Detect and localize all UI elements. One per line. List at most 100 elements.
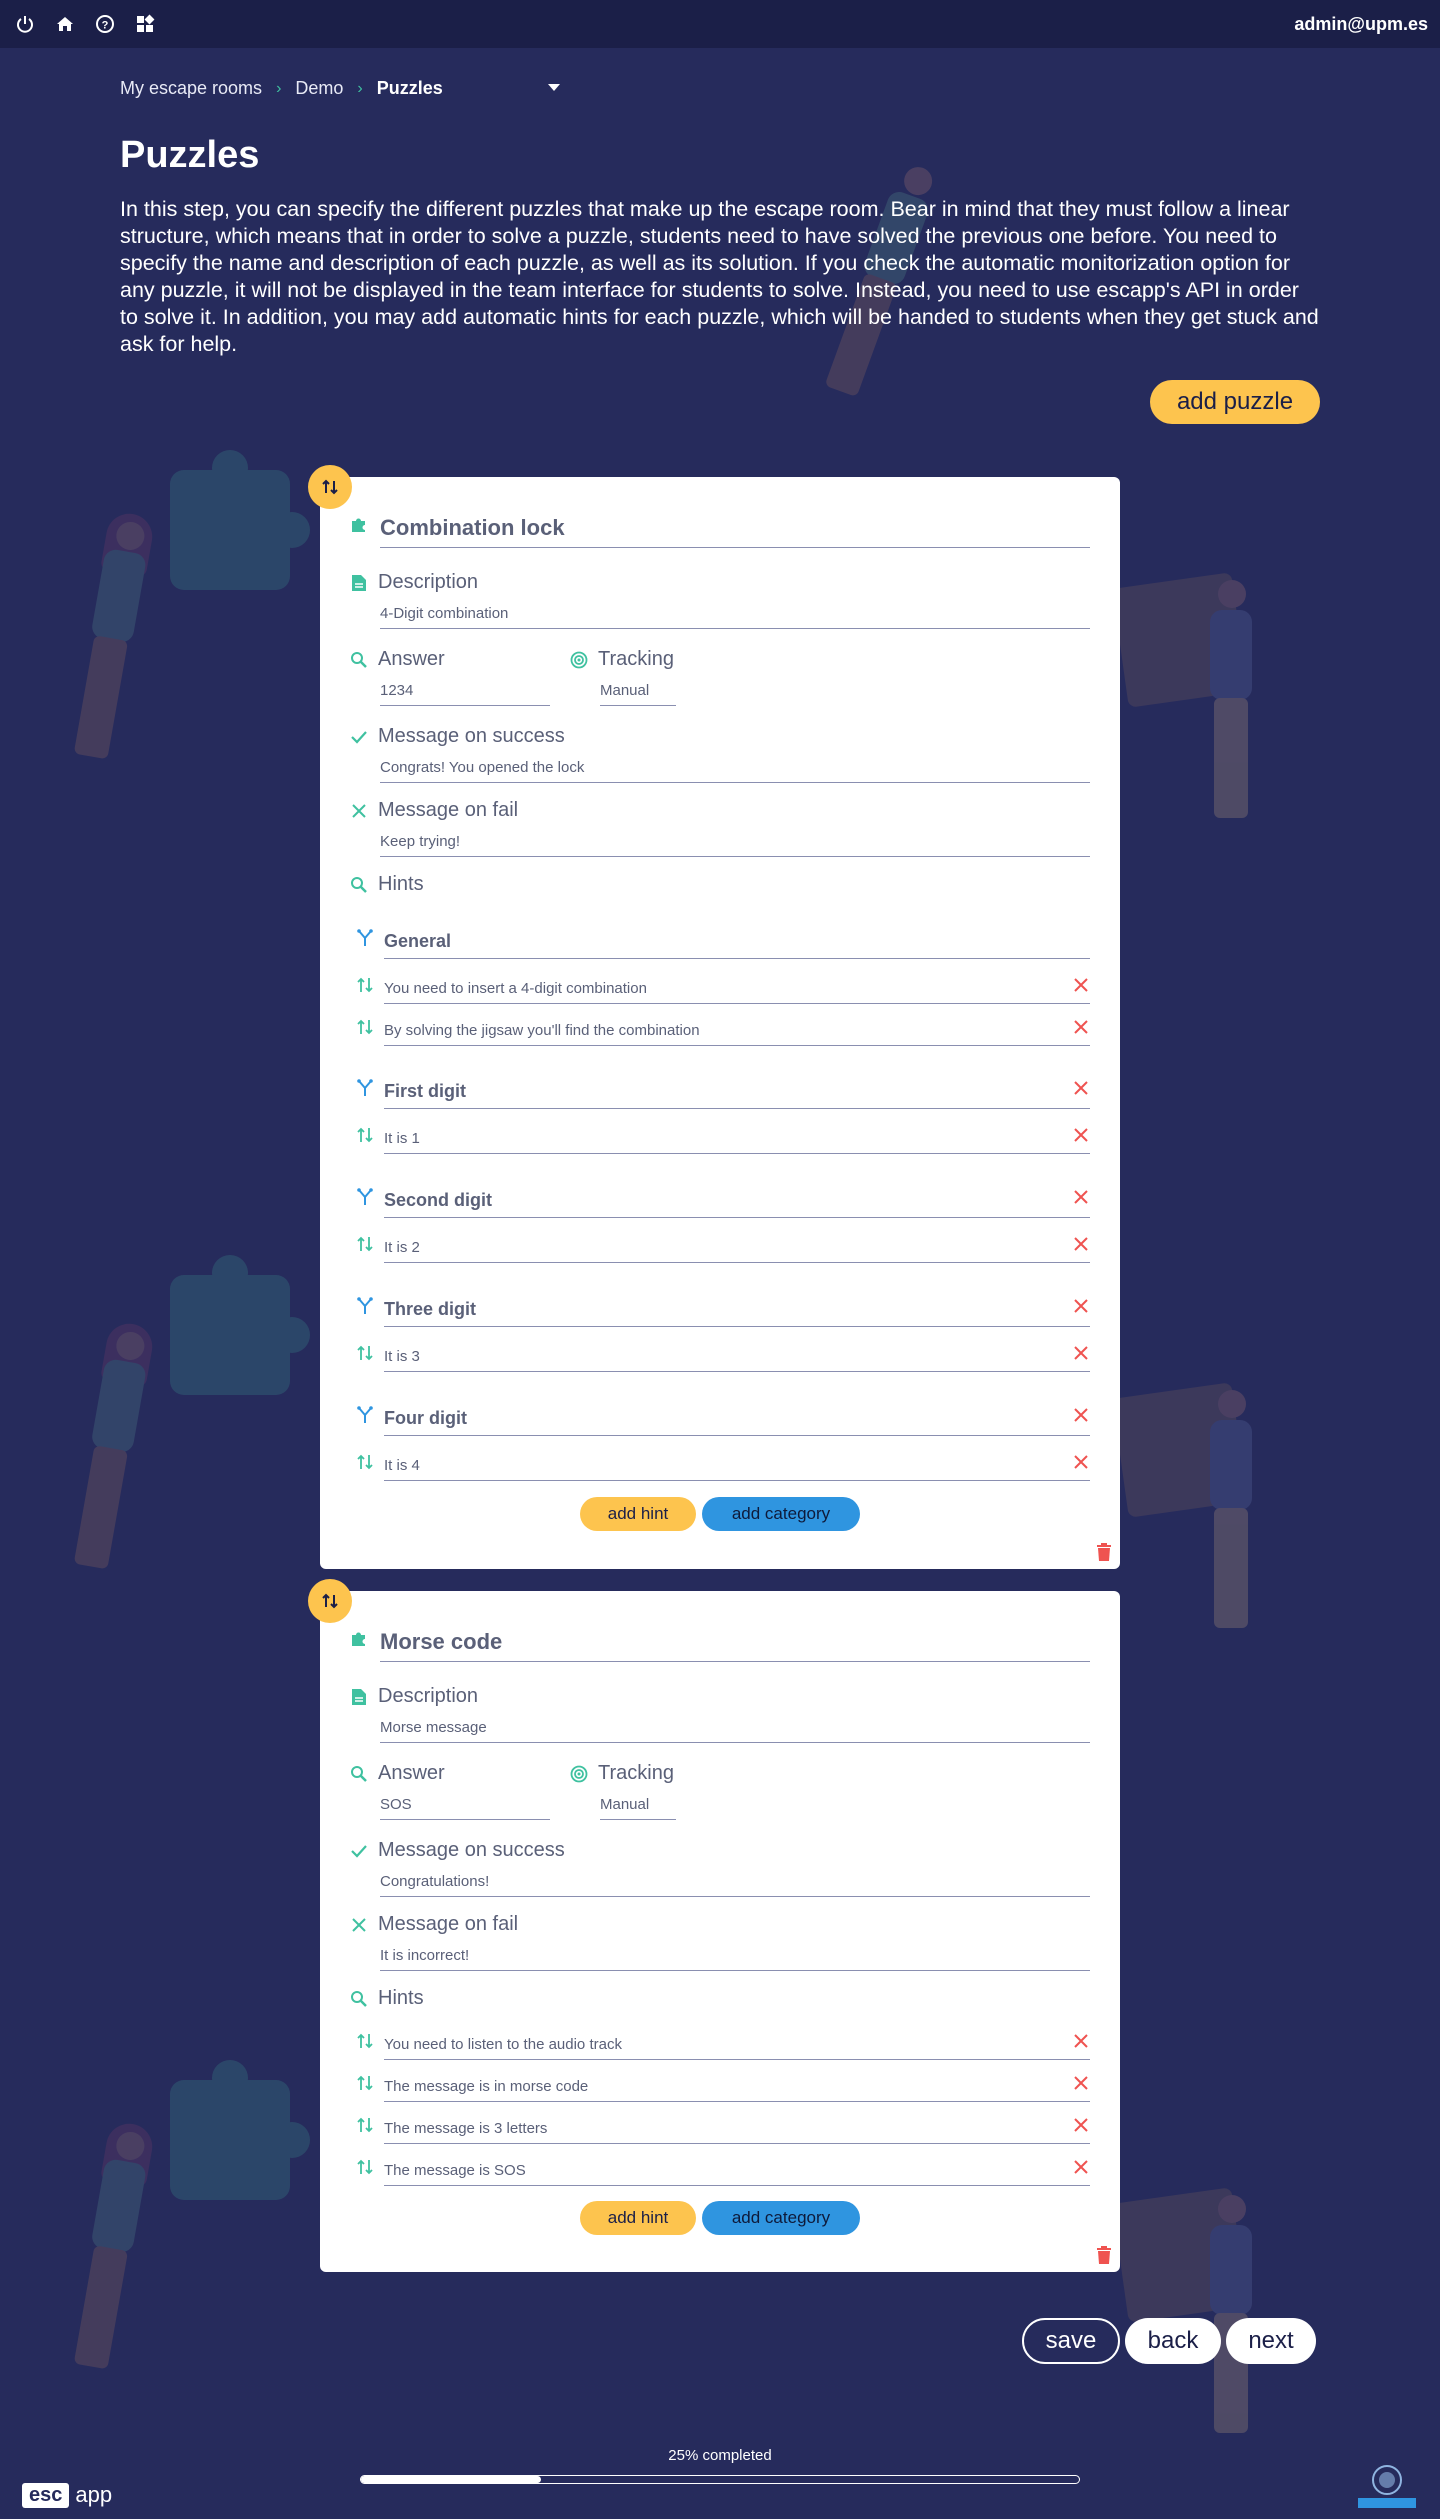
reorder-icon[interactable] bbox=[356, 2032, 374, 2050]
delete-hint-icon[interactable] bbox=[1072, 1018, 1090, 1036]
puzzle-title-field[interactable]: Combination lock bbox=[380, 515, 1090, 548]
hint-text-field[interactable]: It is 1 bbox=[384, 1130, 1090, 1154]
reorder-icon[interactable] bbox=[356, 976, 374, 994]
breadcrumb-current: Puzzles bbox=[376, 78, 443, 98]
add-hint-button[interactable]: add hint bbox=[580, 1497, 696, 1531]
hint-text-field[interactable]: You need to insert a 4-digit combination bbox=[384, 980, 1090, 1004]
delete-hint-icon[interactable] bbox=[1072, 2158, 1090, 2176]
delete-hint-icon[interactable] bbox=[1072, 1344, 1090, 1362]
delete-hint-icon[interactable] bbox=[1072, 1453, 1090, 1471]
document-icon bbox=[350, 574, 368, 592]
intro-text: In this step, you can specify the differ… bbox=[120, 197, 1319, 356]
breadcrumb-my-escape-rooms[interactable]: My escape rooms bbox=[120, 78, 262, 99]
delete-hint-icon[interactable] bbox=[1072, 1235, 1090, 1253]
breadcrumb-demo[interactable]: Demo bbox=[295, 78, 343, 99]
reorder-handle-icon[interactable] bbox=[308, 1579, 352, 1623]
reorder-icon[interactable] bbox=[356, 1235, 374, 1253]
category-name-field[interactable]: General bbox=[384, 931, 1090, 959]
hint-row: The message is in morse code bbox=[356, 2072, 1090, 2102]
category-fork-icon bbox=[356, 1079, 374, 1097]
category-name-field[interactable]: Second digit bbox=[384, 1190, 1090, 1218]
puzzle-title-field[interactable]: Morse code bbox=[380, 1629, 1090, 1662]
fail-message-field[interactable]: Keep trying! bbox=[380, 833, 1090, 857]
description-field[interactable]: 4-Digit combination bbox=[380, 605, 1090, 629]
hint-text-field[interactable]: The message is in morse code bbox=[384, 2078, 1090, 2102]
reorder-icon[interactable] bbox=[356, 2116, 374, 2134]
add-category-button[interactable]: add category bbox=[702, 2201, 860, 2235]
delete-hint-icon[interactable] bbox=[1072, 1126, 1090, 1144]
hint-row: It is 2 bbox=[356, 1233, 1090, 1263]
hint-text-field[interactable]: It is 2 bbox=[384, 1239, 1090, 1263]
add-category-button[interactable]: add category bbox=[702, 1497, 860, 1531]
caret-down-icon[interactable] bbox=[548, 84, 560, 91]
escapp-logo: esc app bbox=[22, 2482, 112, 2508]
category-name-field[interactable]: First digit bbox=[384, 1081, 1090, 1109]
university-seal-icon bbox=[1356, 2462, 1418, 2510]
hint-text-field[interactable]: It is 3 bbox=[384, 1348, 1090, 1372]
page-title: Puzzles bbox=[120, 134, 260, 176]
delete-hint-icon[interactable] bbox=[1072, 2032, 1090, 2050]
fail-label: Message on fail bbox=[350, 799, 518, 822]
delete-category-icon[interactable] bbox=[1072, 1406, 1090, 1424]
hint-category: Second digit bbox=[356, 1186, 1090, 1218]
delete-category-icon[interactable] bbox=[1072, 1079, 1090, 1097]
category-name-field[interactable]: Three digit bbox=[384, 1299, 1090, 1327]
puzzle-title[interactable]: Combination lock bbox=[380, 515, 565, 540]
success-label: Message on success bbox=[350, 725, 565, 748]
close-icon bbox=[350, 802, 368, 820]
trash-icon[interactable] bbox=[1096, 2246, 1112, 2264]
category-fork-icon bbox=[356, 1188, 374, 1206]
delete-hint-icon[interactable] bbox=[1072, 2074, 1090, 2092]
description-label: Description bbox=[350, 571, 478, 594]
chevron-right-icon: › bbox=[276, 79, 282, 97]
close-icon bbox=[350, 1916, 368, 1934]
tracking-select[interactable]: Manual bbox=[600, 682, 676, 706]
success-message-field[interactable]: Congratulations! bbox=[380, 1873, 1090, 1897]
hint-row: The message is SOS bbox=[356, 2156, 1090, 2186]
delete-category-icon[interactable] bbox=[1072, 1297, 1090, 1315]
hint-text-field[interactable]: The message is SOS bbox=[384, 2162, 1090, 2186]
success-message-field[interactable]: Congrats! You opened the lock bbox=[380, 759, 1090, 783]
delete-hint-icon[interactable] bbox=[1072, 976, 1090, 994]
add-puzzle-button[interactable]: add puzzle bbox=[1150, 380, 1320, 424]
reorder-handle-icon[interactable] bbox=[308, 465, 352, 509]
answer-field[interactable]: SOS bbox=[380, 1796, 550, 1820]
category-name-field[interactable]: Four digit bbox=[384, 1408, 1090, 1436]
reorder-icon[interactable] bbox=[356, 1453, 374, 1471]
hint-row: The message is 3 letters bbox=[356, 2114, 1090, 2144]
add-hint-button[interactable]: add hint bbox=[580, 2201, 696, 2235]
hint-category: General bbox=[356, 927, 1090, 959]
fail-message-field[interactable]: It is incorrect! bbox=[380, 1947, 1090, 1971]
search-icon bbox=[350, 1990, 368, 2008]
reorder-icon[interactable] bbox=[356, 1018, 374, 1036]
delete-hint-icon[interactable] bbox=[1072, 2116, 1090, 2134]
hint-text-field[interactable]: The message is 3 letters bbox=[384, 2120, 1090, 2144]
reorder-icon[interactable] bbox=[356, 1126, 374, 1144]
next-button[interactable]: next bbox=[1226, 2318, 1316, 2364]
trash-icon[interactable] bbox=[1096, 1543, 1112, 1561]
puzzle-icon bbox=[350, 515, 378, 533]
tracking-select[interactable]: Manual bbox=[600, 1796, 676, 1820]
description-field[interactable]: Morse message bbox=[380, 1719, 1090, 1743]
radar-icon bbox=[570, 651, 588, 669]
save-button[interactable]: save bbox=[1022, 2318, 1120, 2364]
reorder-icon[interactable] bbox=[356, 2158, 374, 2176]
reorder-icon[interactable] bbox=[356, 2074, 374, 2092]
puzzle-card: Morse code Description Morse message Ans… bbox=[308, 1579, 1120, 2272]
category-fork-icon bbox=[356, 1406, 374, 1424]
delete-category-icon[interactable] bbox=[1072, 1188, 1090, 1206]
hint-text-field[interactable]: By solving the jigsaw you'll find the co… bbox=[384, 1022, 1090, 1046]
hint-text-field[interactable]: You need to listen to the audio track bbox=[384, 2036, 1090, 2060]
hint-text-field[interactable]: It is 4 bbox=[384, 1457, 1090, 1481]
tracking-label: Tracking bbox=[570, 648, 674, 671]
document-icon bbox=[350, 1688, 368, 1706]
progress-label: 25% completed bbox=[668, 2447, 772, 2464]
progress-fill bbox=[361, 2476, 541, 2483]
breadcrumb: My escape rooms › Demo › Puzzles bbox=[120, 78, 560, 99]
puzzle-title[interactable]: Morse code bbox=[380, 1629, 502, 1654]
back-button[interactable]: back bbox=[1125, 2318, 1221, 2364]
answer-field[interactable]: 1234 bbox=[380, 682, 550, 706]
search-icon bbox=[350, 1765, 368, 1783]
search-icon bbox=[350, 651, 368, 669]
reorder-icon[interactable] bbox=[356, 1344, 374, 1362]
